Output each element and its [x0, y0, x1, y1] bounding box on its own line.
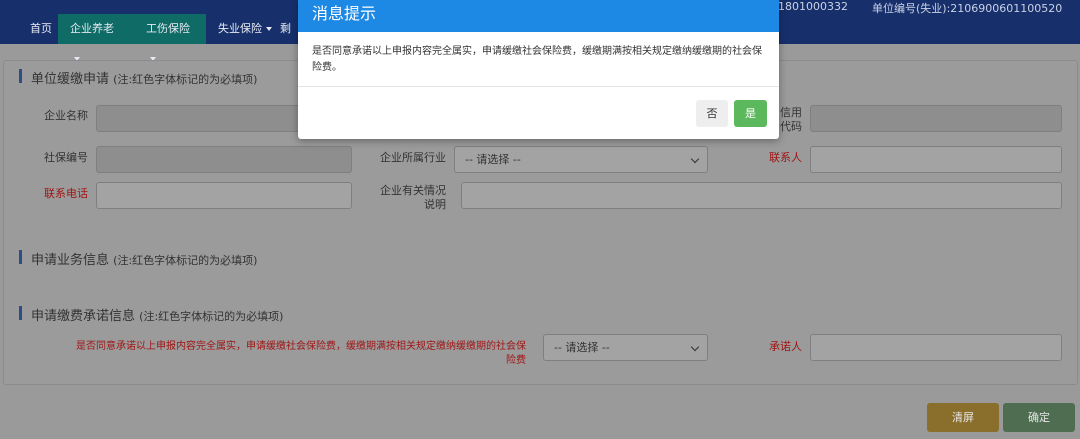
social-no-label: 社保编号: [44, 151, 88, 164]
unit-code-text: 1801000332: [778, 0, 848, 13]
company-desc-input[interactable]: [461, 182, 1062, 209]
section-marker: [19, 306, 22, 320]
credit-code-input[interactable]: [810, 105, 1062, 132]
credit-code-label-line2: 代码: [780, 120, 802, 133]
promise-label: 是否同意承诺以上申报内容完全属实，申请缓缴社会保险费，缓缴期满按相关规定缴纳缓缴…: [18, 340, 526, 368]
nav-label: 工伤保险: [146, 22, 190, 35]
message-dialog: 消息提示 是否同意承诺以上申报内容完全属实，申请缓缴社会保险费，缓缴期满按相关规…: [298, 0, 779, 139]
phone-label: 联系电话: [44, 187, 88, 200]
company-desc-label: 企业有关情况 说明: [360, 184, 446, 212]
industry-select[interactable]: -- 请选择 --: [454, 146, 708, 173]
section-title-business: 申请业务信息 (注:红色字体标记的为必填项): [31, 249, 257, 268]
dialog-yes-button[interactable]: 是: [734, 100, 767, 127]
nav-unemployment-insurance[interactable]: 失业保险: [208, 14, 278, 44]
section-note: (注:红色字体标记的为必填项): [139, 310, 284, 323]
nav-injury-insurance[interactable]: 工伤保险: [134, 14, 206, 61]
confirm-button[interactable]: 确定: [1003, 403, 1075, 432]
chevron-down-icon: [690, 342, 700, 352]
unemployment-unit-code-text: 单位编号(失业):2106900601100520: [872, 2, 1063, 15]
contact-label: 联系人: [769, 151, 802, 164]
section-title-text: 申请业务信息: [31, 253, 110, 268]
promise-select-value: -- 请选择 --: [554, 341, 610, 354]
promise-label-line2: 险费: [506, 355, 526, 366]
clear-button[interactable]: 清屏: [927, 403, 999, 432]
promise-select[interactable]: -- 请选择 --: [543, 334, 708, 361]
dialog-title: 消息提示: [298, 0, 779, 32]
company-name-label: 企业名称: [44, 109, 88, 122]
chevron-down-icon: [690, 154, 700, 164]
company-desc-label-line2: 说明: [424, 198, 446, 211]
promiser-label: 承诺人: [769, 340, 802, 353]
company-desc-label-line1: 企业有关情况: [380, 184, 446, 197]
nav-enterprise-pension[interactable]: 企业养老: [58, 14, 134, 61]
promise-label-line1: 是否同意承诺以上申报内容完全属实，申请缓缴社会保险费，缓缴期满按相关规定缴纳缓缴…: [76, 341, 526, 352]
phone-input[interactable]: [96, 182, 352, 209]
dialog-message: 是否同意承诺以上申报内容完全属实，申请缓缴社会保险费，缓缴期满按相关规定缴纳缓缴…: [298, 32, 779, 87]
section-title-promise: 申请缴费承诺信息 (注:红色字体标记的为必填项): [31, 305, 283, 324]
section-marker: [19, 250, 22, 264]
section-note: (注:红色字体标记的为必填项): [113, 254, 258, 267]
credit-code-label-line1: 信用: [780, 106, 802, 119]
caret-down-icon: [266, 27, 272, 31]
dialog-no-button[interactable]: 否: [696, 100, 728, 127]
nav-label: 失业保险: [218, 22, 262, 35]
section-note: (注:红色字体标记的为必填项): [113, 73, 258, 86]
section-title-text: 申请缴费承诺信息: [31, 309, 136, 324]
industry-label: 企业所属行业: [380, 151, 446, 164]
contact-input[interactable]: [810, 146, 1062, 173]
section-title-apply: 单位缓缴申请 (注:红色字体标记的为必填项): [31, 68, 257, 87]
nav-home[interactable]: 首页: [26, 14, 56, 44]
section-marker: [19, 69, 22, 83]
nav-label: 企业养老: [70, 22, 114, 35]
industry-select-value: -- 请选择 --: [465, 153, 521, 166]
social-no-input[interactable]: [96, 146, 352, 173]
nav-more[interactable]: 剩: [280, 14, 296, 44]
section-title-text: 单位缓缴申请: [31, 72, 110, 87]
promiser-input[interactable]: [810, 334, 1062, 361]
